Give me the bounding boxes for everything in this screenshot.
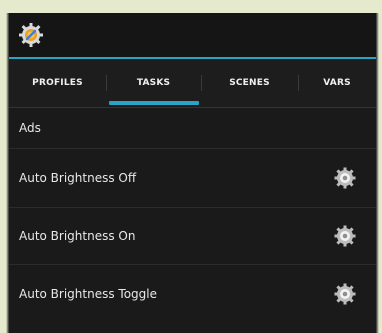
task-label: Auto Brightness Toggle (19, 287, 157, 301)
device-screen: PROFILES TASKS SCENES VARS Ads Auto Brig… (0, 13, 382, 333)
tab-profiles[interactable]: PROFILES (9, 59, 106, 107)
task-label: Auto Brightness Off (19, 171, 137, 185)
task-label: Auto Brightness On (19, 229, 136, 243)
action-bar (9, 13, 376, 59)
outer-frame: PROFILES TASKS SCENES VARS Ads Auto Brig… (0, 0, 382, 333)
gear-icon[interactable] (334, 167, 356, 189)
list-item[interactable]: Auto Brightness Off (9, 149, 376, 207)
list-item[interactable]: Auto Brightness Toggle (9, 265, 376, 323)
tab-bar: PROFILES TASKS SCENES VARS (9, 59, 376, 108)
tab-scenes[interactable]: SCENES (201, 59, 298, 107)
tab-vars[interactable]: VARS (298, 59, 376, 107)
task-list: Ads Auto Brightness Off Auto Brightness … (9, 108, 376, 333)
device-left-border (0, 13, 9, 333)
list-item[interactable]: Auto Brightness On (9, 208, 376, 264)
tab-tasks[interactable]: TASKS (106, 59, 201, 107)
task-label: Ads (19, 121, 41, 135)
tasker-app-icon[interactable] (17, 21, 45, 49)
gear-icon[interactable] (334, 225, 356, 247)
gear-icon[interactable] (334, 283, 356, 305)
active-tab-indicator (109, 101, 199, 105)
device-right-border (376, 13, 382, 333)
list-item[interactable]: Ads (9, 108, 376, 148)
